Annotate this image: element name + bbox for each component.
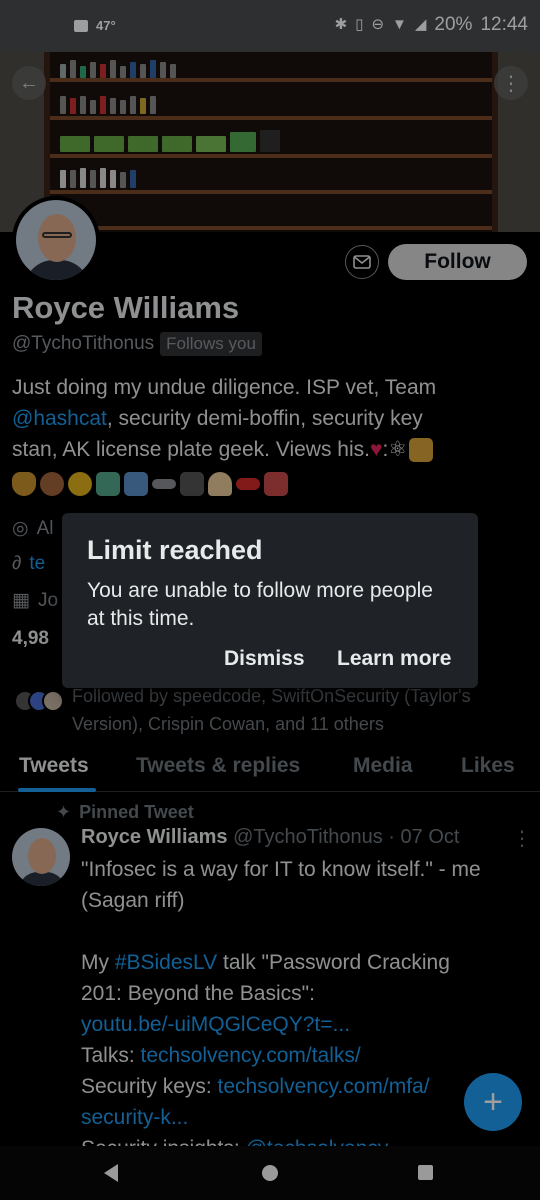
dialog-title: Limit reached [87, 535, 263, 565]
nav-recents-icon[interactable] [418, 1165, 433, 1180]
learn-more-button[interactable]: Learn more [337, 647, 451, 671]
nav-home-icon[interactable] [262, 1165, 278, 1181]
navigation-bar [0, 1146, 540, 1200]
limit-reached-dialog: Limit reached You are unable to follow m… [62, 513, 478, 688]
dismiss-button[interactable]: Dismiss [224, 647, 305, 671]
dialog-message: You are unable to follow more people at … [87, 579, 433, 630]
nav-back-icon[interactable] [104, 1164, 118, 1182]
